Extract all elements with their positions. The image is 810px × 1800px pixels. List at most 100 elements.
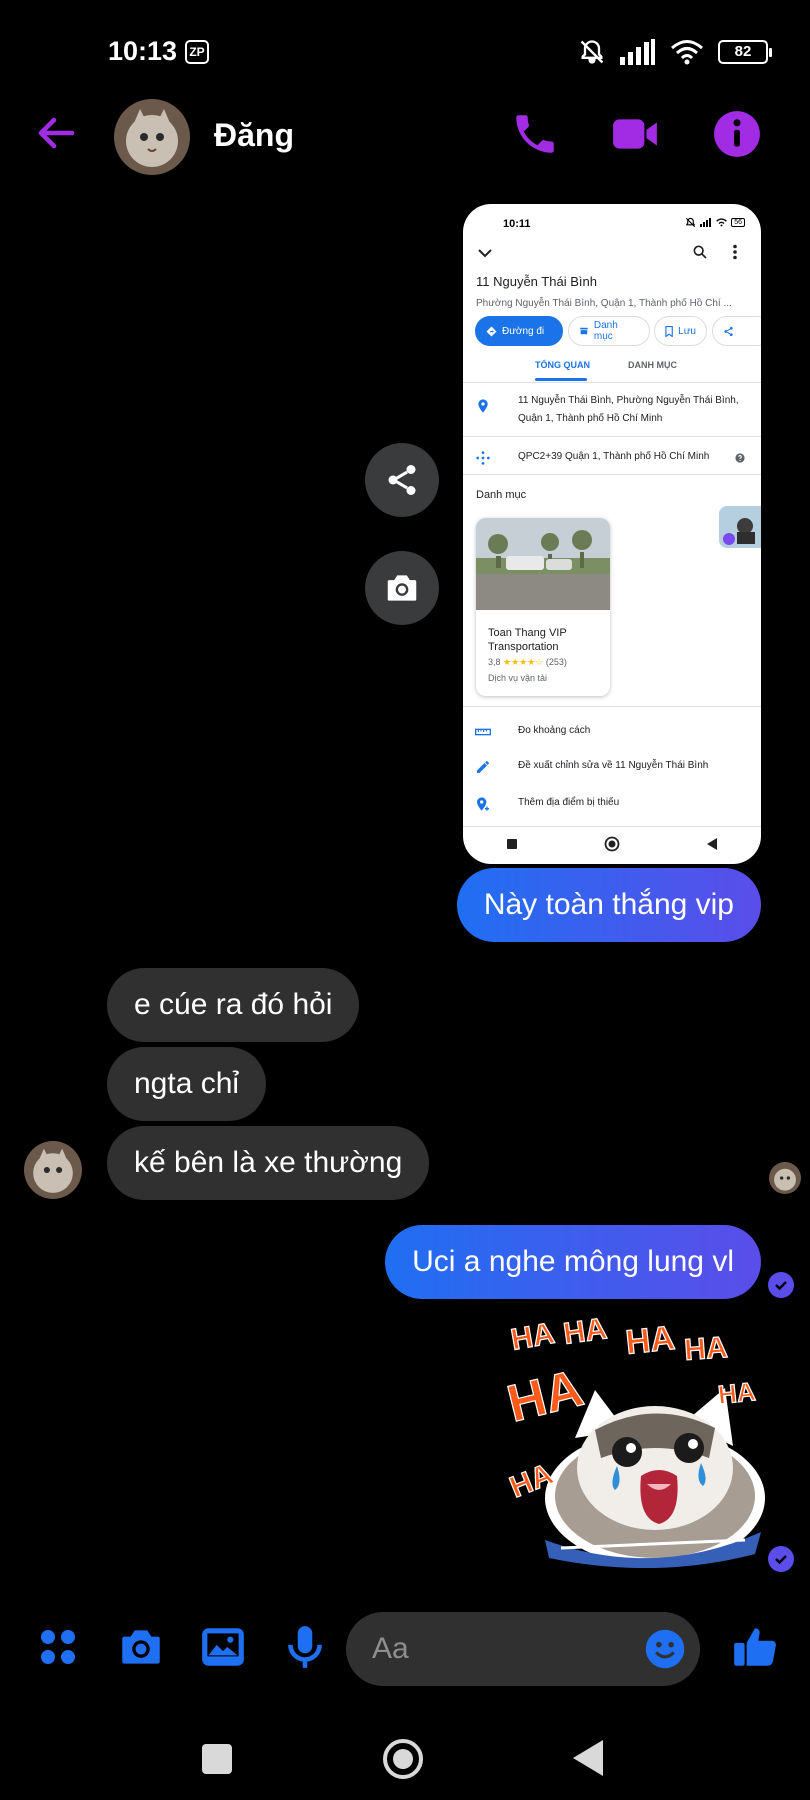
list-item: Đo khoảng cách: [518, 725, 591, 736]
tab-indicator: [535, 378, 587, 381]
microphone-icon[interactable]: [280, 1622, 330, 1672]
business-name: Toan Thang VIP Transportation: [488, 627, 567, 653]
signal-icon: [620, 39, 655, 65]
list-item: Thêm địa điểm bị thiếu: [518, 797, 620, 808]
chevron-down-icon: [478, 249, 492, 258]
add-location-icon: [477, 797, 489, 811]
apps-menu-icon[interactable]: [33, 1622, 83, 1672]
pill-label: Lưu: [678, 325, 696, 337]
message-input[interactable]: Aa: [346, 1612, 700, 1686]
sticker-text: HA: [561, 1318, 609, 1351]
message-composer: Aa: [0, 1610, 810, 1690]
more-vert-icon: [733, 244, 737, 260]
divider: [463, 436, 761, 437]
status-bar: 10:13 ZP 82: [0, 0, 810, 100]
bookmark-icon: [665, 325, 673, 337]
delivered-check-icon: [768, 1546, 794, 1572]
sticker-text: HA: [508, 1318, 556, 1357]
tab-catalog: DANH MỤC: [628, 360, 677, 370]
recents-button[interactable]: [202, 1744, 232, 1774]
messenger-chat-head: [719, 506, 761, 548]
share-icon: [388, 465, 416, 495]
screenshot-status-time: 10:11: [503, 218, 531, 230]
gallery-icon[interactable]: [198, 1622, 248, 1672]
plus-code-icon: [476, 451, 490, 465]
pill-label: Danh mục: [593, 320, 618, 342]
phone-icon[interactable]: [510, 109, 560, 159]
incoming-message[interactable]: e cúe ra đó hỏi: [107, 968, 360, 1042]
review-count: (253): [545, 657, 567, 667]
emoji-icon[interactable]: [644, 1628, 686, 1670]
business-photo: [476, 518, 610, 610]
screenshot-battery: 56: [731, 218, 745, 227]
home-button[interactable]: [382, 1738, 424, 1780]
share-button[interactable]: [365, 443, 439, 517]
info-icon[interactable]: [712, 109, 762, 159]
camera-action-button[interactable]: [365, 551, 439, 625]
back-arrow-icon[interactable]: [32, 109, 80, 157]
back-triangle-icon: [706, 838, 717, 850]
screenshot-status-icons: 56: [685, 217, 745, 228]
wifi-icon: [716, 218, 727, 227]
search-icon: [693, 245, 707, 259]
zp-badge: ZP: [185, 40, 209, 64]
battery-icon: 82: [718, 40, 772, 64]
business-category: Dịch vụ vận tải: [488, 673, 548, 683]
outgoing-message[interactable]: Uci a nghe mông lung vl: [385, 1225, 761, 1299]
sticker-text: HA: [624, 1319, 677, 1362]
screenshot-nav-bar: [463, 824, 761, 864]
back-button[interactable]: [573, 1740, 603, 1776]
divider: [463, 706, 761, 707]
chat-header: Đăng: [0, 95, 810, 175]
edit-pencil-icon: [477, 761, 489, 773]
help-icon: [735, 453, 745, 463]
home-icon: [604, 836, 619, 852]
rating-stars: ★★★★☆: [503, 657, 544, 667]
wifi-icon: [671, 40, 703, 65]
recents-icon: [506, 839, 517, 849]
list-item: Đề xuất chỉnh sửa về 11 Nguyễn Thái Bình: [518, 760, 709, 771]
message-input-placeholder: Aa: [372, 1632, 409, 1665]
divider: [463, 474, 761, 475]
store-icon: [580, 327, 588, 335]
signal-icon: [700, 218, 712, 227]
sticker-text: HA: [683, 1331, 729, 1367]
sticker-text: HA: [505, 1359, 589, 1433]
pill-label: Đường đi: [502, 325, 545, 337]
save-pill: Lưu: [654, 316, 707, 346]
directions-icon: [486, 325, 497, 337]
address-text: 11 Nguyễn Thái Bình, Phường Nguyễn Thái …: [518, 395, 739, 424]
status-icons: 82: [578, 36, 772, 68]
contact-name[interactable]: Đăng: [214, 117, 294, 154]
incoming-message[interactable]: ngta chỉ: [107, 1047, 267, 1121]
catalog-pill: Danh mục: [568, 316, 650, 346]
ruler-icon: [475, 728, 491, 736]
delivered-check-icon: [768, 1272, 794, 1298]
divider: [463, 382, 761, 383]
camera-icon[interactable]: [116, 1622, 166, 1672]
video-call-icon[interactable]: [610, 109, 660, 159]
sender-avatar[interactable]: [24, 1141, 82, 1199]
place-title: 11 Nguyễn Thái Bình: [476, 274, 597, 289]
status-time: 10:13: [108, 36, 178, 66]
share-pill: [712, 316, 761, 346]
screenshot-image-message[interactable]: 10:11 56 11 Nguyễn Thái Bình Phường Nguy…: [463, 204, 761, 864]
location-pin-icon: [478, 399, 488, 413]
thumbs-up-icon[interactable]: [730, 1622, 780, 1672]
directions-pill: Đường đi: [475, 316, 563, 346]
tab-overview: TỔNG QUAN: [535, 360, 590, 370]
section-title: Danh mục: [476, 489, 527, 501]
contact-avatar[interactable]: [114, 99, 190, 175]
camera-icon: [387, 575, 417, 601]
mute-bell-icon: [686, 217, 696, 228]
sticker-cat-laughing[interactable]: HA HA HA HA HA HA HA: [501, 1312, 765, 1569]
sticker-text: HA: [716, 1376, 757, 1410]
share-icon: [724, 326, 733, 336]
incoming-message[interactable]: kế bên là xe thường: [107, 1126, 430, 1200]
place-subtitle: Phường Nguyễn Thái Bình, Quận 1, Thành p…: [476, 298, 732, 309]
outgoing-message[interactable]: Này toàn thắng vip: [456, 868, 761, 942]
system-nav-bar: [0, 1720, 810, 1800]
rating-value: 3,8: [488, 657, 501, 667]
mute-bell-icon: [580, 40, 604, 64]
read-receipt-avatar: [769, 1162, 801, 1194]
